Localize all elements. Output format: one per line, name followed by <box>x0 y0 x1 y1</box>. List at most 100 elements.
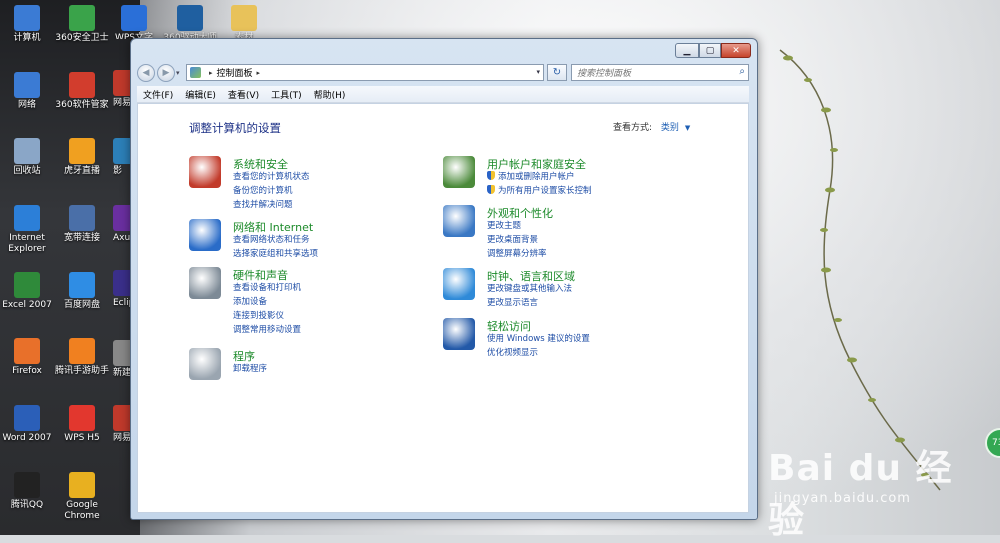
desktop-icon[interactable]: 360驱动大师 <box>162 5 218 39</box>
category-link[interactable]: 优化视频显示 <box>487 346 590 360</box>
category-link[interactable]: 为所有用户设置家长控制 <box>487 184 592 198</box>
category-link-text: 更改键盘或其他输入法 <box>487 284 573 294</box>
category-link[interactable]: 调整常用移动设置 <box>233 323 301 337</box>
category-link-text: 调整屏幕分辨率 <box>487 249 547 259</box>
desktop-icon[interactable]: 360软件管家 <box>52 72 112 111</box>
menu-item[interactable]: 文件(F) <box>137 88 179 101</box>
category-link[interactable]: 连接到投影仪 <box>233 309 301 323</box>
category-link-text: 添加设备 <box>233 297 268 307</box>
view-by-value[interactable]: 类别 <box>661 123 679 133</box>
category-link[interactable]: 更改桌面背景 <box>487 233 547 247</box>
word-icon <box>14 405 40 431</box>
baidu-netdisk-icon <box>69 272 95 298</box>
title-bar[interactable]: ▁ ▢ ✕ <box>131 39 757 61</box>
menu-item[interactable]: 编辑(E) <box>179 88 222 101</box>
back-arrow-icon: ◀ <box>142 68 150 78</box>
qq-icon <box>14 472 40 498</box>
desktop-icon[interactable]: WPS文字 <box>106 5 162 39</box>
category-links: 查看设备和打印机添加设备连接到投影仪调整常用移动设置 <box>233 281 301 337</box>
address-bar[interactable]: ▸ 控制面板 ▸ ▾ <box>186 64 544 81</box>
ie-icon <box>14 205 40 231</box>
category-link-text: 查找并解决问题 <box>233 200 293 210</box>
desktop-icon[interactable]: WPS H5 <box>52 405 112 444</box>
desktop-icon[interactable]: 百度网盘 <box>52 272 112 311</box>
desktop-icon-label: 腾讯QQ <box>10 500 44 510</box>
forward-arrow-icon: ▶ <box>162 68 170 78</box>
desktop-icon[interactable]: 计算机 <box>0 5 57 44</box>
forward-button[interactable]: ▶ <box>157 64 175 82</box>
clock-language-icon[interactable] <box>443 268 475 300</box>
category-link-text: 备份您的计算机 <box>233 186 293 196</box>
desktop-icon[interactable]: 腾讯QQ <box>0 472 57 511</box>
desktop-icon[interactable]: 宽带连接 <box>52 205 112 244</box>
desktop-icon[interactable]: Excel 2007 <box>0 272 57 311</box>
search-input[interactable] <box>572 65 737 82</box>
breadcrumb-control-panel[interactable]: 控制面板 <box>217 66 253 79</box>
desktop-icon-label: 百度网盘 <box>63 300 100 310</box>
address-dropdown-icon[interactable]: ▾ <box>536 68 540 76</box>
back-button[interactable]: ◀ <box>137 64 155 82</box>
category-link[interactable]: 添加或删除用户帐户 <box>487 170 592 184</box>
network-internet-icon[interactable] <box>189 219 221 251</box>
desktop-icon-label: 虎牙直播 <box>63 166 100 176</box>
minimize-button[interactable]: ▁ <box>675 43 699 58</box>
watermark-url: jingyan.baidu.com <box>774 491 911 506</box>
broadband-icon <box>69 205 95 231</box>
category-link-text: 调整常用移动设置 <box>233 325 302 335</box>
menu-item[interactable]: 帮助(H) <box>308 88 352 101</box>
desktop-icon-label: Google Chrome <box>64 500 100 521</box>
search-icon[interactable]: ⌕ <box>739 66 745 77</box>
category-link[interactable]: 更改显示语言 <box>487 296 572 310</box>
category-link[interactable]: 选择家庭组和共享选项 <box>233 247 318 261</box>
desktop-icon[interactable]: 素材 <box>216 5 272 39</box>
desktop-icon[interactable]: 虎牙直播 <box>52 138 112 177</box>
desktop-icon[interactable]: Internet Explorer <box>0 205 57 255</box>
search-box[interactable]: ⌕ <box>571 64 749 82</box>
desktop-icon[interactable]: 360安全卫士 <box>52 5 112 44</box>
desktop-icon-label: 回收站 <box>13 166 41 176</box>
desktop-icon[interactable]: Google Chrome <box>52 472 112 522</box>
desktop-icon[interactable]: 腾讯手游助手 <box>52 338 112 377</box>
ease-of-access-icon[interactable] <box>443 318 475 350</box>
category-link[interactable]: 查看您的计算机状态 <box>233 170 310 184</box>
category-link[interactable]: 使用 Windows 建议的设置 <box>487 332 590 346</box>
category-link-text: 连接到投影仪 <box>233 311 285 321</box>
close-button[interactable]: ✕ <box>721 43 751 58</box>
category-links: 查看您的计算机状态备份您的计算机 查找并解决问题 <box>233 170 310 212</box>
programs-icon[interactable] <box>189 348 221 380</box>
category-link[interactable]: 卸载程序 <box>233 362 267 376</box>
appearance-icon[interactable] <box>443 205 475 237</box>
category-link[interactable]: 备份您的计算机 <box>233 184 310 198</box>
menu-item[interactable]: 工具(T) <box>265 88 308 101</box>
system-security-icon[interactable] <box>189 156 221 188</box>
breadcrumb-root-arrow[interactable]: ▸ <box>209 69 213 77</box>
desktop-icon[interactable]: 网络 <box>0 72 57 111</box>
user-accounts-icon[interactable] <box>443 156 475 188</box>
control-panel-icon <box>190 67 201 78</box>
chevron-down-icon[interactable]: ▼ <box>685 124 690 132</box>
breadcrumb-chevron-icon[interactable]: ▸ <box>257 69 261 77</box>
maximize-button[interactable]: ▢ <box>699 43 721 58</box>
refresh-button[interactable]: ↻ <box>547 64 567 81</box>
wps-h5-icon <box>69 405 95 431</box>
float-ball-widget[interactable]: 73 <box>985 428 1000 458</box>
desktop-icon[interactable]: Firefox <box>0 338 57 377</box>
menu-item[interactable]: 查看(V) <box>222 88 265 101</box>
hardware-sound-icon[interactable] <box>189 267 221 299</box>
uac-shield-icon <box>487 171 495 180</box>
category-link[interactable]: 调整屏幕分辨率 <box>487 247 547 261</box>
recent-pages-dropdown[interactable]: ▾ <box>176 69 180 77</box>
desktop-icon[interactable]: Word 2007 <box>0 405 57 444</box>
view-by-label: 查看方式: <box>613 123 653 133</box>
category-link[interactable]: 添加设备 <box>233 295 301 309</box>
desktop-icon-label: 宽带连接 <box>63 233 100 243</box>
category-link[interactable]: 查找并解决问题 <box>233 198 310 212</box>
view-by-selector[interactable]: 查看方式: 类别 ▼ <box>613 120 690 133</box>
desktop-icon[interactable]: 回收站 <box>0 138 57 177</box>
category-link[interactable]: 更改主题 <box>487 219 547 233</box>
category-link[interactable]: 更改键盘或其他输入法 <box>487 282 572 296</box>
category-link[interactable]: 查看网络状态和任务 <box>233 233 318 247</box>
tencent-games-icon <box>69 338 95 364</box>
desktop-icon-label: 腾讯手游助手 <box>54 366 109 376</box>
category-link[interactable]: 查看设备和打印机 <box>233 281 301 295</box>
